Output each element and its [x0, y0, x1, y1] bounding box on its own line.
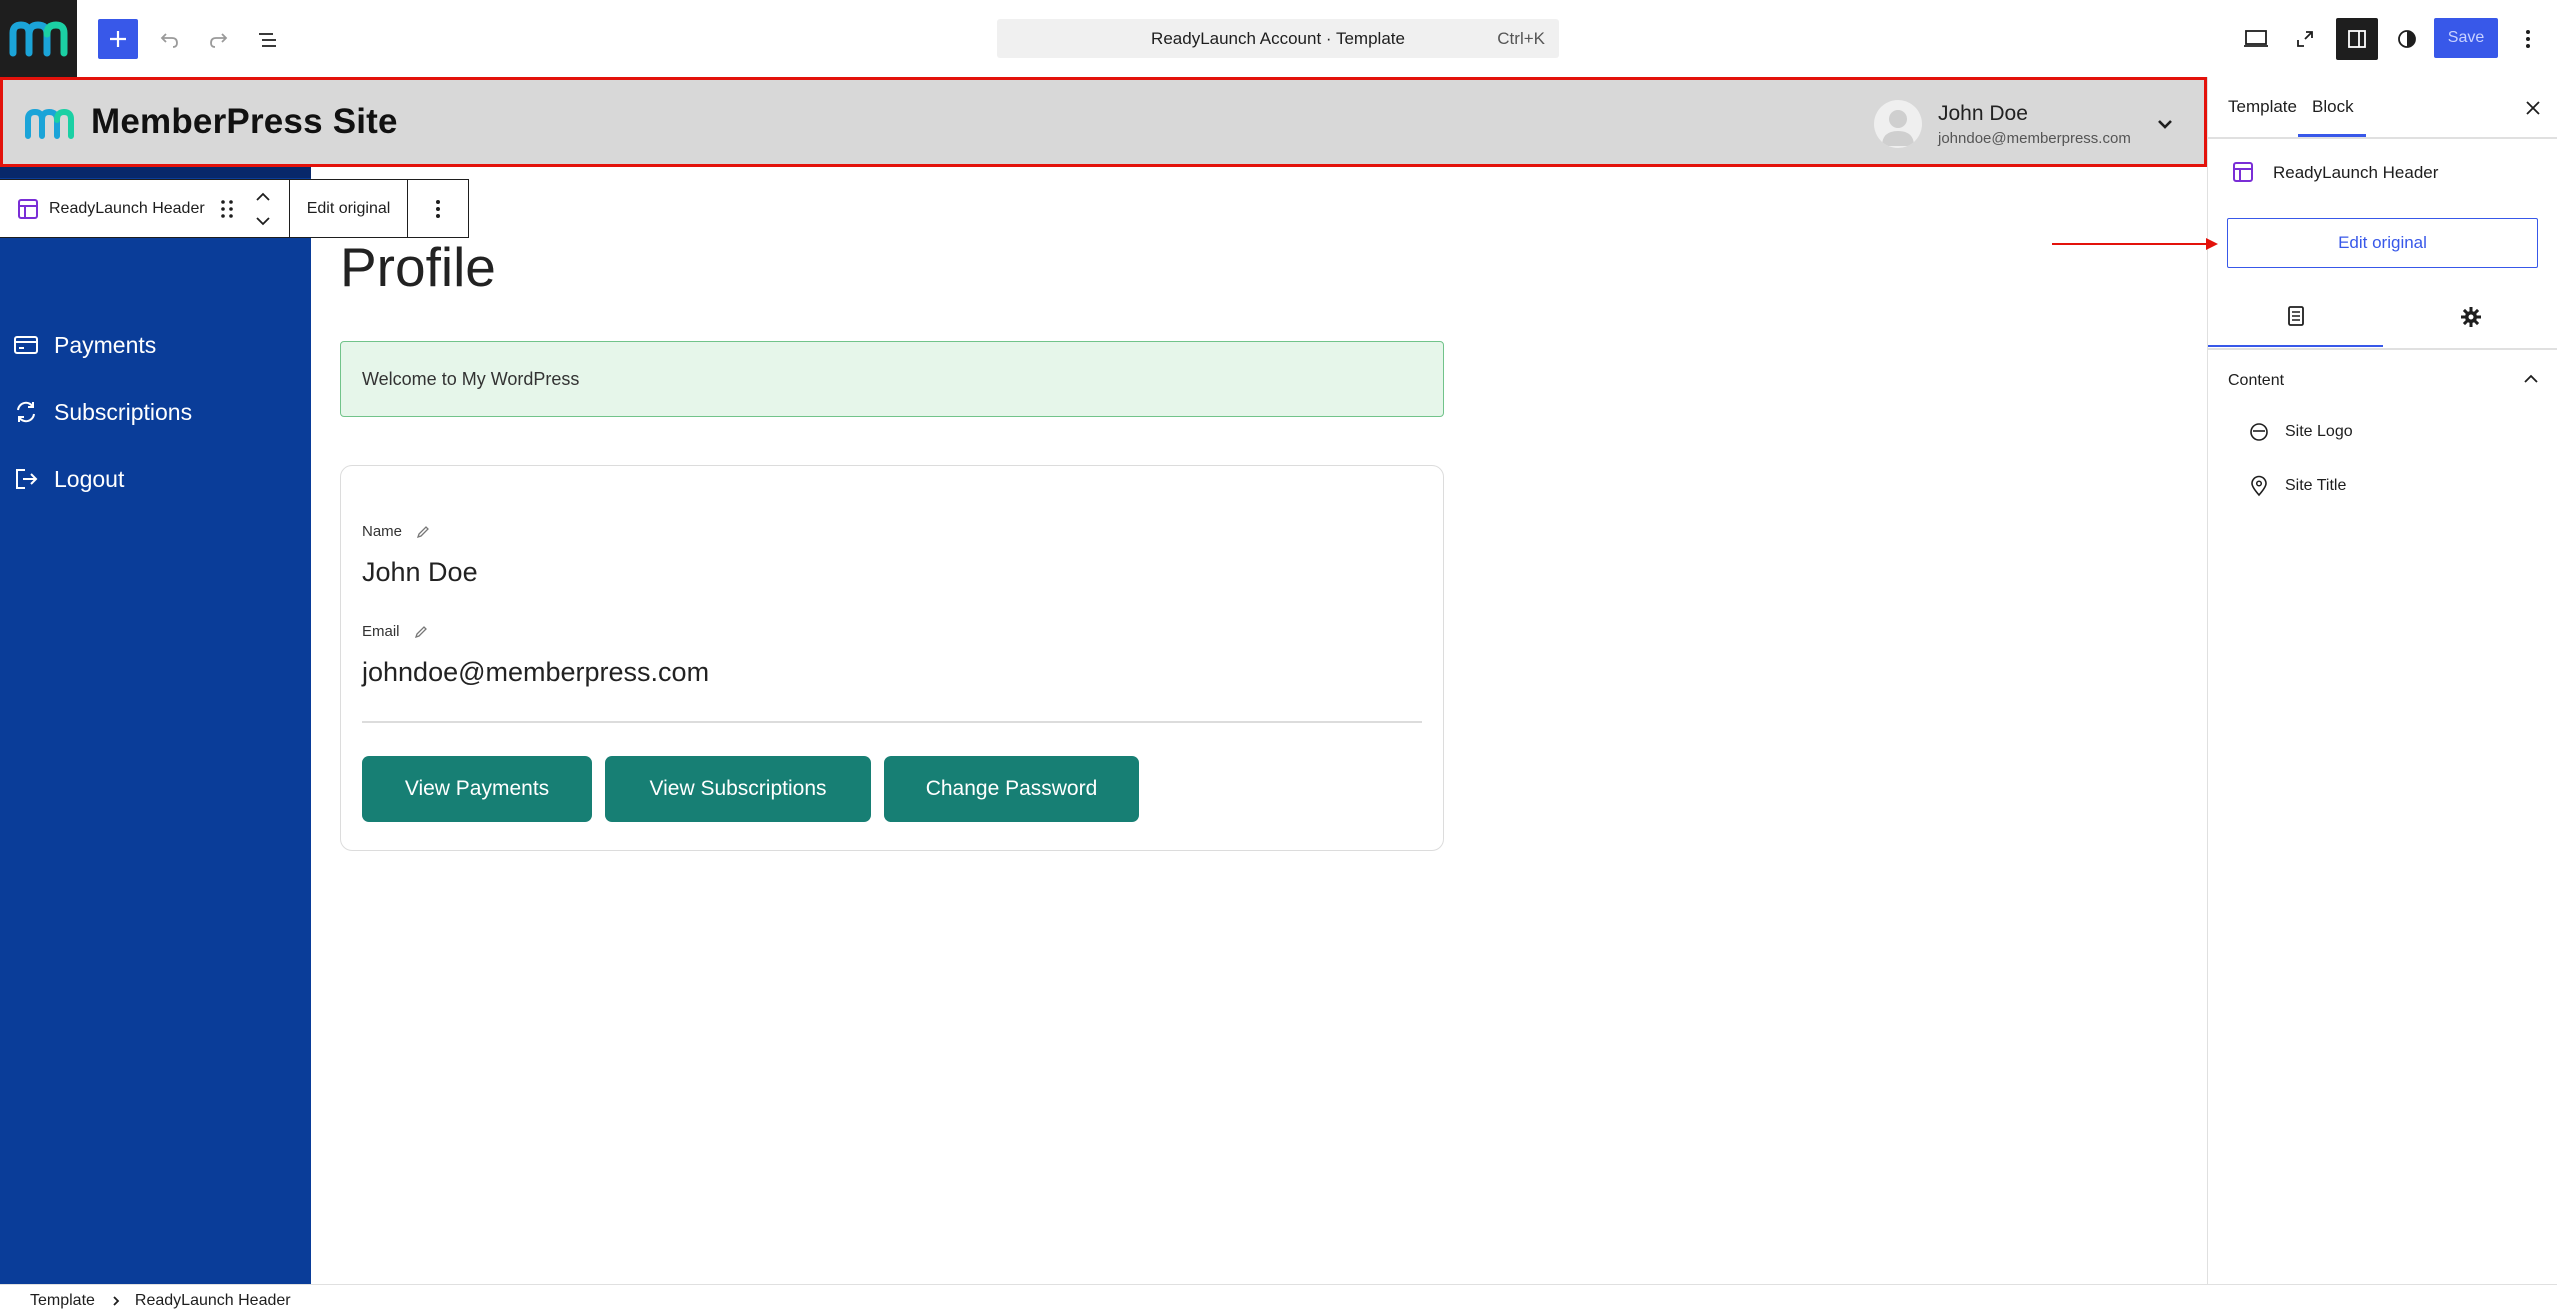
editor-toolbar: ReadyLaunch Account · Template Ctrl+K Sa…	[0, 0, 2557, 77]
name-label-text: Name	[362, 523, 403, 540]
document-overview-button[interactable]	[250, 22, 286, 58]
site-title: MemberPress Site	[91, 102, 398, 141]
page-title: Profile	[340, 236, 496, 298]
account-nav: Payments Subscriptions Logout	[0, 167, 311, 1284]
sync-icon	[17, 401, 35, 423]
view-payments-button[interactable]: View Payments	[362, 756, 592, 822]
nav-item-payments[interactable]: Payments	[0, 320, 311, 370]
list-item-label: Site Title	[2285, 477, 2347, 494]
breadcrumb-item-block[interactable]: ReadyLaunch Header	[135, 1292, 291, 1310]
sidebar-icon	[2348, 30, 2366, 48]
block-type-label: ReadyLaunch Header	[49, 199, 205, 217]
nav-item-logout[interactable]: Logout	[0, 454, 311, 504]
pencil-icon[interactable]	[414, 625, 428, 639]
tab-list-view[interactable]	[2208, 287, 2383, 347]
nav-item-subscriptions[interactable]: Subscriptions	[0, 387, 311, 437]
editor-canvas: Payments Subscriptions Logout MemberPres…	[0, 77, 2207, 1284]
block-toolbar: ReadyLaunch Header Edit original	[0, 179, 469, 238]
chevron-down-icon[interactable]	[253, 213, 273, 229]
styles-button[interactable]	[2388, 20, 2426, 58]
user-email: johndoe@memberpress.com	[1938, 130, 2131, 147]
options-menu-button[interactable]	[2510, 20, 2546, 58]
tab-settings[interactable]	[2383, 287, 2557, 347]
drag-handle-icon[interactable]	[219, 198, 235, 220]
block-card-title: ReadyLaunch Header	[2273, 163, 2439, 182]
chevron-right-icon	[113, 1295, 120, 1306]
breadcrumb-item-template[interactable]: Template	[30, 1292, 95, 1310]
name-value: John Doe	[362, 557, 478, 587]
nav-label: Logout	[54, 465, 125, 492]
list-item-site-title[interactable]: Site Title	[2248, 475, 2346, 497]
user-placeholder-icon	[1882, 110, 1914, 146]
nav-top-strip	[0, 167, 311, 178]
divider	[2208, 137, 2557, 139]
tab-block[interactable]: Block	[2312, 97, 2354, 117]
preview-button[interactable]	[2237, 20, 2275, 58]
site-logo-icon	[25, 108, 74, 139]
readylaunch-header-block[interactable]: MemberPress Site John Doe johndoe@member…	[0, 77, 2207, 167]
list-item-label: Site Logo	[2285, 423, 2353, 440]
list-view-icon	[259, 33, 276, 47]
more-vertical-icon	[436, 199, 440, 218]
command-palette-bar[interactable]: ReadyLaunch Account · Template Ctrl+K	[997, 19, 1559, 58]
shortcut-hint: Ctrl+K	[1497, 28, 1545, 48]
block-type-button[interactable]: ReadyLaunch Header	[0, 180, 290, 237]
email-label-text: Email	[362, 623, 400, 640]
document-icon	[2287, 306, 2304, 326]
user-name: John Doe	[1938, 102, 2028, 125]
map-marker-icon	[2251, 475, 2267, 497]
save-button[interactable]: Save	[2434, 18, 2498, 58]
contrast-icon	[2398, 30, 2416, 48]
content-panel-title[interactable]: Content	[2228, 372, 2284, 390]
nav-label: Subscriptions	[54, 398, 193, 425]
site-icon-button[interactable]	[0, 0, 77, 77]
email-field-label: Email	[362, 623, 428, 640]
block-mover	[253, 189, 273, 229]
plus-icon	[110, 31, 126, 47]
desktop-icon	[2244, 30, 2268, 47]
external-icon	[2297, 31, 2313, 47]
view-site-button[interactable]	[2286, 20, 2324, 58]
tab-template[interactable]: Template	[2228, 97, 2297, 117]
divider	[362, 721, 1422, 723]
welcome-notice: Welcome to My WordPress	[340, 341, 1444, 417]
avatar	[1874, 100, 1922, 148]
settings-sidebar: Template Block ReadyLaunch Header Edit o…	[2207, 77, 2557, 1284]
settings-toggle-button[interactable]	[2336, 18, 2378, 60]
close-icon[interactable]	[2520, 95, 2546, 121]
undo-button[interactable]	[152, 22, 188, 58]
memberpress-logo-icon	[9, 20, 67, 56]
list-item-site-logo[interactable]: Site Logo	[2248, 421, 2353, 443]
more-vertical-icon	[2526, 30, 2530, 48]
name-field-label: Name	[362, 523, 430, 540]
change-password-button[interactable]: Change Password	[884, 756, 1139, 822]
annotation-arrow-icon	[2052, 238, 2218, 250]
email-value: johndoe@memberpress.com	[362, 657, 710, 687]
template-part-icon	[18, 198, 38, 219]
template-part-icon	[2233, 162, 2253, 182]
view-subscriptions-button[interactable]: View Subscriptions	[605, 756, 871, 822]
credit-card-icon	[14, 336, 38, 354]
block-options-button[interactable]	[408, 180, 468, 237]
divider	[2208, 348, 2557, 350]
pencil-icon[interactable]	[416, 525, 430, 539]
edit-original-button[interactable]: Edit original	[2227, 218, 2538, 268]
logout-icon	[16, 469, 38, 489]
profile-card: Name John Doe Email johndoe@memberpress.…	[340, 465, 1444, 851]
site-logo-icon	[2250, 423, 2268, 441]
edit-original-toolbar-button[interactable]: Edit original	[290, 180, 408, 237]
chevron-up-icon[interactable]	[2520, 368, 2542, 390]
block-inserter-button[interactable]	[98, 19, 138, 59]
redo-button[interactable]	[200, 22, 236, 58]
undo-icon	[160, 33, 178, 48]
chevron-down-icon[interactable]	[2153, 112, 2177, 136]
gear-icon	[2460, 307, 2481, 327]
nav-label: Payments	[54, 331, 157, 358]
document-title: ReadyLaunch Account · Template	[1151, 28, 1405, 48]
redo-icon	[210, 33, 228, 48]
chevron-up-icon[interactable]	[253, 189, 273, 205]
breadcrumb: Template ReadyLaunch Header	[0, 1284, 2557, 1316]
